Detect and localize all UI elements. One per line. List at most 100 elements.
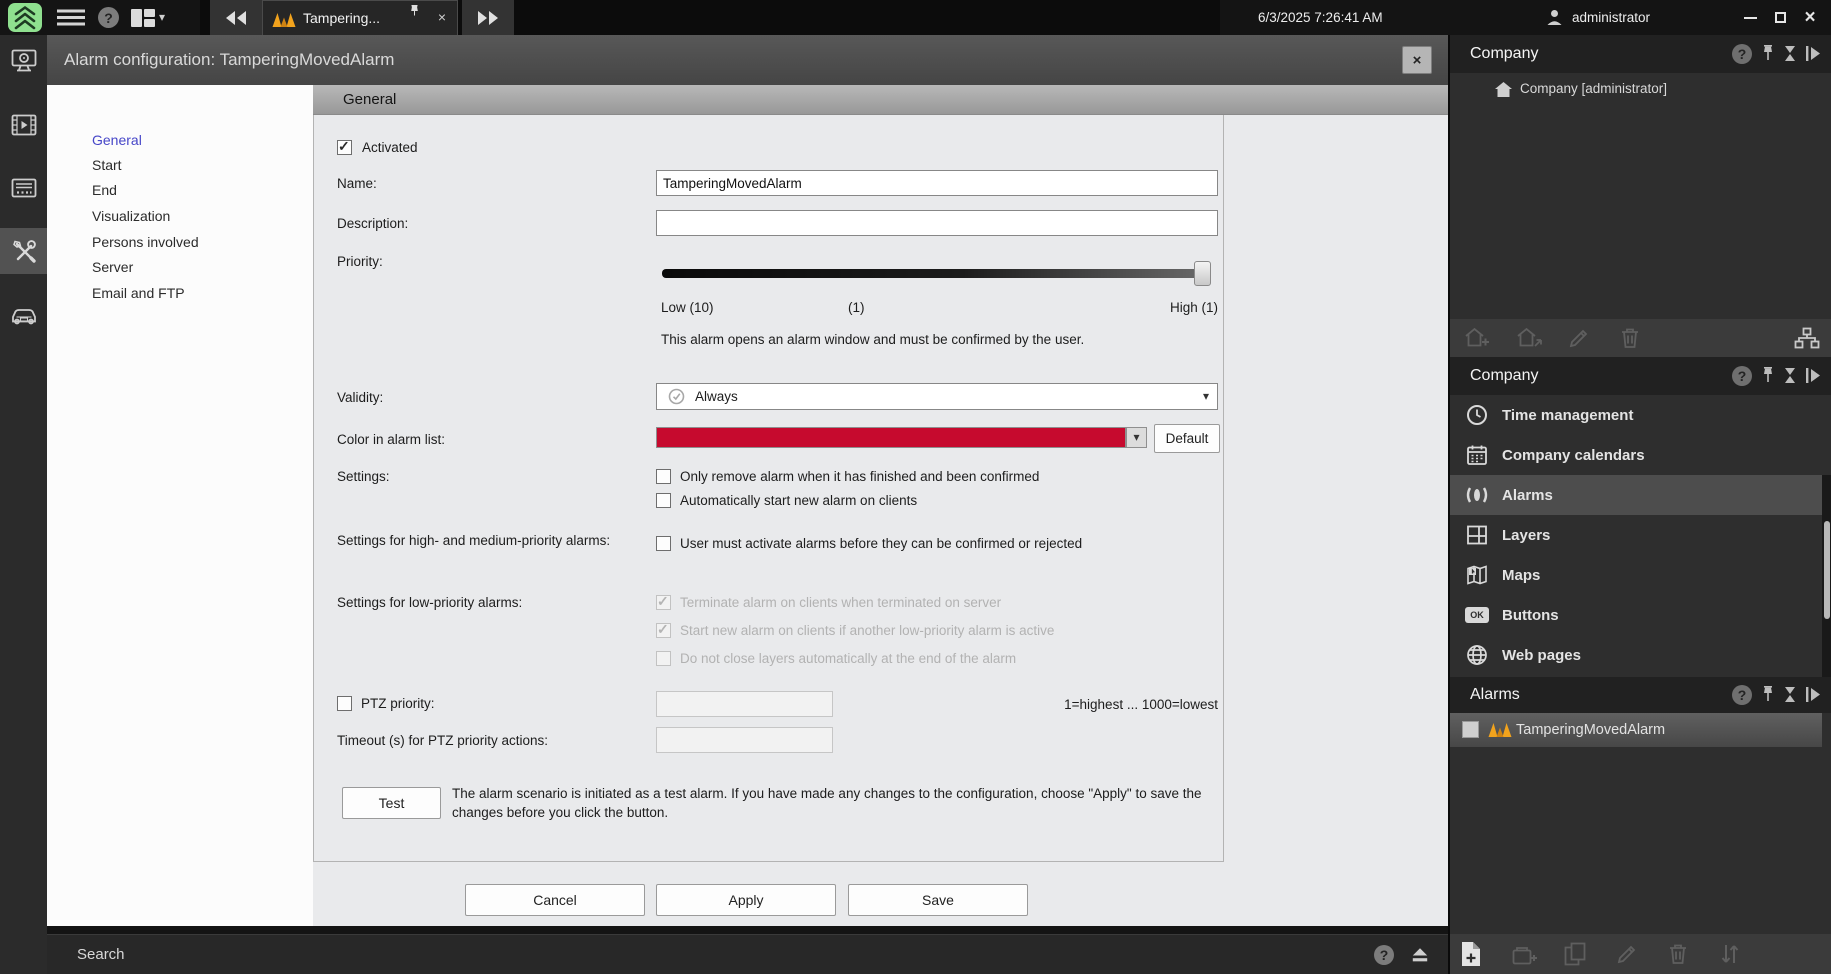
auto-hide-icon[interactable]: [1784, 45, 1796, 62]
sidebar-item-surveillance[interactable]: [0, 38, 47, 84]
org-tree-icon[interactable]: [1794, 327, 1820, 349]
company-item-alarms[interactable]: Alarms: [1450, 475, 1822, 515]
nav-item-start[interactable]: Start: [92, 157, 122, 177]
title-bar: ? ▾ Tampering... × 6/3/2025 7:26:41 AM a…: [0, 0, 1831, 35]
sort-icon: [1720, 943, 1740, 965]
name-input[interactable]: [656, 170, 1218, 196]
validity-label: Validity:: [337, 390, 384, 405]
high-priority-activate-checkbox[interactable]: [656, 536, 671, 551]
search-bar[interactable]: Search ?: [47, 934, 1448, 974]
color-swatch[interactable]: [656, 427, 1126, 448]
panel-header-company: Company ?: [1450, 357, 1831, 395]
collapse-panel-icon[interactable]: [1804, 685, 1821, 703]
company-item-time-management[interactable]: Time management: [1450, 395, 1822, 435]
sidebar-item-reports[interactable]: [0, 166, 47, 212]
activated-checkbox[interactable]: [337, 138, 352, 155]
nav-item-general[interactable]: General: [92, 132, 142, 152]
tab-pin-icon[interactable]: [410, 5, 419, 16]
tab-tampering-alarm[interactable]: Tampering... ×: [262, 0, 458, 35]
company-item-layers[interactable]: Layers: [1450, 515, 1822, 555]
alarms-toolbar: [1450, 934, 1831, 974]
priority-slider-thumb[interactable]: [1194, 261, 1211, 286]
nav-item-persons[interactable]: Persons involved: [92, 234, 199, 254]
hamburger-menu-icon[interactable]: [56, 9, 86, 26]
tab-label: Tampering...: [303, 10, 381, 26]
layout-caret-icon[interactable]: ▾: [159, 0, 165, 35]
user-name[interactable]: administrator: [1572, 0, 1650, 35]
panel-help-icon[interactable]: ?: [1732, 366, 1752, 386]
settings-remove-label: Only remove alarm when it has finished a…: [680, 469, 1040, 484]
dialog-close-button[interactable]: ×: [1402, 46, 1432, 74]
collapse-panel-icon[interactable]: [1804, 44, 1821, 62]
tabs-scroll-right-button[interactable]: [462, 0, 514, 35]
panel-title: Company: [1470, 45, 1539, 62]
search-input[interactable]: Search: [77, 935, 125, 974]
company-item-maps[interactable]: Maps: [1450, 555, 1822, 595]
save-button[interactable]: Save: [848, 884, 1028, 916]
company-item-buttons[interactable]: OK Buttons: [1450, 595, 1822, 635]
add-site-icon: [1464, 326, 1490, 350]
high-priority-label: Settings for high- and medium-priority a…: [337, 533, 611, 548]
panel-help-icon[interactable]: ?: [1732, 685, 1752, 705]
alarm-item-checkbox[interactable]: [1462, 721, 1479, 738]
list-scrollbar-thumb[interactable]: [1823, 521, 1830, 619]
minimize-button[interactable]: [1736, 0, 1764, 35]
validity-value: Always: [695, 389, 738, 404]
mode-sidebar: [0, 35, 47, 974]
sidebar-item-lpr[interactable]: [0, 292, 47, 338]
company-root-item[interactable]: Company [administrator]: [1450, 75, 1831, 103]
settings-autostart-checkbox[interactable]: [656, 493, 671, 508]
sidebar-item-playback[interactable]: [0, 102, 47, 148]
nav-item-end[interactable]: End: [92, 182, 117, 202]
ptz-priority-checkbox[interactable]: [337, 696, 352, 711]
collapse-panel-icon[interactable]: [1804, 366, 1821, 384]
maximize-button[interactable]: [1766, 0, 1794, 35]
pin-icon[interactable]: [1762, 367, 1774, 384]
panel-header-alarms: Alarms ?: [1450, 677, 1831, 713]
help-icon[interactable]: ?: [98, 7, 119, 28]
description-input[interactable]: [656, 210, 1218, 236]
clock-icon: [1464, 403, 1490, 427]
user-icon[interactable]: [1546, 9, 1563, 26]
nav-item-visualization[interactable]: Visualization: [92, 208, 170, 228]
tabs-scroll-left-button[interactable]: [210, 0, 262, 35]
priority-label: Priority:: [337, 254, 383, 269]
priority-low-label: Low (10): [661, 300, 714, 315]
alarm-list-item[interactable]: TamperingMovedAlarm: [1450, 713, 1822, 747]
company-item-web-pages[interactable]: Web pages: [1450, 635, 1822, 675]
panel-help-icon[interactable]: ?: [1732, 44, 1752, 64]
priority-slider-track[interactable]: [662, 269, 1210, 278]
priority-mid-label: (1): [848, 300, 865, 315]
always-clock-icon: [668, 388, 685, 405]
settings-remove-checkbox[interactable]: [656, 469, 671, 484]
color-default-button[interactable]: Default: [1154, 424, 1220, 453]
eject-icon[interactable]: [1410, 945, 1430, 965]
group-header: General: [313, 85, 1448, 115]
low-priority-label: Settings for low-priority alarms:: [337, 595, 523, 610]
sidebar-item-configuration[interactable]: [0, 228, 47, 274]
priority-high-label: High (1): [1169, 300, 1218, 315]
app-logo-icon: [8, 3, 42, 32]
auto-hide-icon[interactable]: [1784, 367, 1796, 384]
test-button[interactable]: Test: [342, 787, 441, 819]
search-help-icon[interactable]: ?: [1374, 945, 1394, 965]
nav-item-email-ftp[interactable]: Email and FTP: [92, 285, 185, 305]
globe-icon: [1464, 643, 1490, 667]
item-label: Maps: [1502, 566, 1541, 584]
apply-button[interactable]: Apply: [656, 884, 836, 916]
auto-hide-icon[interactable]: [1784, 686, 1796, 703]
item-label: Company calendars: [1502, 446, 1645, 464]
ok-button-icon: OK: [1464, 607, 1490, 623]
pin-icon[interactable]: [1762, 45, 1774, 62]
layout-picker-icon[interactable]: [131, 9, 155, 27]
tab-close-icon[interactable]: ×: [431, 1, 453, 34]
company-item-company-calendars[interactable]: Company calendars: [1450, 435, 1822, 475]
add-subsite-icon: [1516, 326, 1542, 350]
cancel-button[interactable]: Cancel: [465, 884, 645, 916]
new-alarm-icon[interactable]: [1460, 941, 1482, 967]
validity-dropdown[interactable]: Always ▾: [656, 383, 1218, 410]
close-window-button[interactable]: ×: [1796, 0, 1824, 35]
nav-item-server[interactable]: Server: [92, 259, 133, 279]
color-dropdown-button[interactable]: ▾: [1126, 427, 1147, 448]
pin-icon[interactable]: [1762, 686, 1774, 703]
